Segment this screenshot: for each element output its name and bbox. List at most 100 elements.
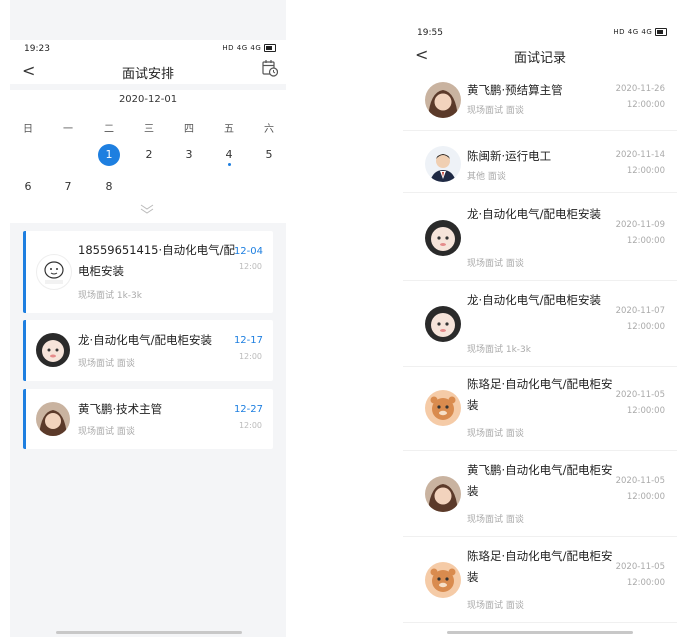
calendar-day[interactable]: 7 (56, 180, 80, 193)
record-item[interactable]: 陈珞足·自动化电气/配电柜安装现场面试 面谈 2020-11-05 12:00:00 (403, 366, 677, 451)
calendar-week-2: 6 7 8 (10, 180, 286, 200)
avatar (425, 562, 461, 598)
interview-meta: 现场面试 面谈 (467, 429, 524, 439)
weekday-mon: 一 (63, 124, 73, 135)
calendar-clock-icon[interactable] (262, 59, 278, 77)
candidate-name: 陈珞足·自动化电气/配电柜安装 (467, 377, 613, 412)
calendar-day[interactable]: 2 (137, 148, 161, 161)
candidate-name: 18559651415·自动化电气/配电柜安装 (78, 243, 236, 278)
candidate-name: 陈闽新·运行电工 (467, 149, 552, 163)
interview-meta: 现场面试 面谈 (467, 259, 524, 269)
candidate-name: 龙·自动化电气/配电柜安装 (467, 207, 602, 221)
interview-schedule-screen: 19:23 HD 4G 4G < 面试安排 2020-12-01 日 一 二 三… (10, 0, 286, 637)
calendar-day[interactable]: 5 (257, 148, 281, 161)
interview-meta: 现场面试 1k-3k (467, 345, 531, 355)
status-bar: 19:55 HD 4G 4G (403, 24, 677, 42)
interview-time: 12:00 (238, 352, 262, 361)
candidate-name: 龙·自动化电气/配电柜安装 (467, 293, 602, 307)
candidate-name: 黄飞鹏·预结算主管 (467, 83, 563, 97)
record-item[interactable]: 陈闽新·运行电工其他 面谈 2020-11-14 12:00:00 (403, 136, 677, 193)
calendar-week-1: 1 2 3 4 5 (10, 144, 286, 168)
girl-avatar-icon (425, 82, 461, 118)
record-date: 2020-11-14 (615, 150, 665, 160)
interview-meta: 现场面试 面谈 (467, 515, 524, 525)
record-time: 12:00:00 (626, 236, 665, 246)
signal-text: HD 4G 4G (222, 44, 262, 52)
schedule-card[interactable]: 龙·自动化电气/配电柜安装 现场面试 面谈 12-17 12:00 (23, 320, 273, 381)
interview-meta: 现场面试 面谈 (78, 427, 135, 437)
interview-meta: 现场面试 面谈 (467, 106, 524, 116)
girl-avatar-icon (36, 402, 70, 436)
candidate-name: 龙·自动化电气/配电柜安装 (78, 333, 213, 347)
nav-bar: < 面试安排 (10, 58, 286, 84)
record-date: 2020-11-05 (615, 476, 665, 486)
record-item[interactable]: 黄飞鹏·预结算主管现场面试 面谈 2020-11-26 12:00:00 (403, 70, 677, 131)
record-date: 2020-11-26 (615, 84, 665, 94)
avatar (425, 390, 461, 426)
avatar (425, 476, 461, 512)
event-dot (228, 163, 231, 166)
schedule-card[interactable]: 黄飞鹏·技术主管 现场面试 面谈 12-27 12:00 (23, 389, 273, 449)
baby-avatar-icon (425, 220, 461, 256)
nav-bar: < 面试记录 (403, 42, 677, 68)
interview-time: 12:00 (238, 262, 262, 271)
battery-icon (655, 28, 667, 36)
signal-text: HD 4G 4G (613, 28, 653, 36)
status-icons: HD 4G 4G (222, 44, 276, 52)
candidate-name: 陈珞足·自动化电气/配电柜安装 (467, 549, 613, 584)
cartoon-avatar-icon (425, 390, 461, 426)
record-time: 12:00:00 (626, 578, 665, 588)
interview-date: 12-04 (233, 246, 263, 257)
avatar (425, 146, 461, 182)
cartoon-avatar-icon (425, 562, 461, 598)
record-date: 2020-11-07 (615, 306, 665, 316)
record-time: 12:00:00 (626, 166, 665, 176)
record-date: 2020-11-05 (615, 562, 665, 572)
record-date: 2020-11-05 (615, 390, 665, 400)
record-item[interactable]: 龙·自动化电气/配电柜安装现场面试 面谈 2020-11-09 12:00:00 (403, 196, 677, 281)
chevron-down-icon[interactable] (140, 204, 154, 214)
avatar (425, 82, 461, 118)
baby-avatar-icon (36, 333, 70, 367)
avatar (36, 254, 72, 290)
interview-time: 12:00 (238, 421, 262, 430)
page-title: 面试安排 (121, 67, 174, 82)
calendar-day[interactable]: 3 (177, 148, 201, 161)
status-bar: 19:23 HD 4G 4G (10, 40, 286, 58)
interview-meta: 现场面试 面谈 (467, 601, 524, 611)
weekday-tue: 二 (104, 124, 114, 135)
record-time: 12:00:00 (626, 322, 665, 332)
calendar-day[interactable]: 6 (16, 180, 40, 193)
calendar-day[interactable]: 1 (97, 148, 121, 161)
interview-meta: 其他 面谈 (467, 172, 506, 182)
avatar (425, 306, 461, 342)
interview-date: 12-17 (233, 335, 263, 346)
record-item[interactable]: 龙·自动化电气/配电柜安装现场面试 1k-3k 2020-11-07 12:00:0… (403, 282, 677, 367)
record-time: 12:00:00 (626, 100, 665, 110)
schedule-card[interactable]: 18559651415·自动化电气/配电柜安装 现场面试 1k-3k 12-04… (23, 231, 273, 313)
avatar (36, 333, 70, 367)
record-item[interactable]: 黄飞鹏·自动化电气/配电柜安装 现场面试 面谈 2020-11-05 12:00:00 (403, 452, 677, 537)
record-date: 2020-11-09 (615, 220, 665, 230)
page-title: 面试记录 (513, 51, 566, 66)
status-time: 19:55 (417, 28, 443, 38)
calendar-day[interactable]: 4 (217, 148, 241, 161)
weekday-sun: 日 (23, 124, 33, 135)
record-time: 12:00:00 (626, 406, 665, 416)
weekday-sat: 六 (264, 124, 274, 135)
interview-meta: 现场面试 面谈 (78, 359, 135, 369)
candidate-name: 黄飞鹏·技术主管 (78, 402, 163, 416)
home-indicator (56, 631, 242, 634)
weekday-wed: 三 (144, 124, 154, 135)
girl-avatar-icon (425, 476, 461, 512)
interview-date: 12-27 (233, 404, 263, 415)
record-time: 12:00:00 (626, 492, 665, 502)
record-item[interactable]: 陈珞足·自动化电气/配电柜安装现场面试 面谈 2020-11-05 12:00:00 (403, 538, 677, 623)
calendar-day[interactable]: 8 (97, 180, 121, 193)
avatar (36, 402, 70, 436)
interview-meta: 现场面试 1k-3k (78, 291, 142, 301)
status-icons: HD 4G 4G (613, 28, 667, 36)
home-indicator (447, 631, 633, 634)
calendar-month: 2020-12-01 (118, 94, 178, 105)
weekday-thu: 四 (184, 124, 194, 135)
